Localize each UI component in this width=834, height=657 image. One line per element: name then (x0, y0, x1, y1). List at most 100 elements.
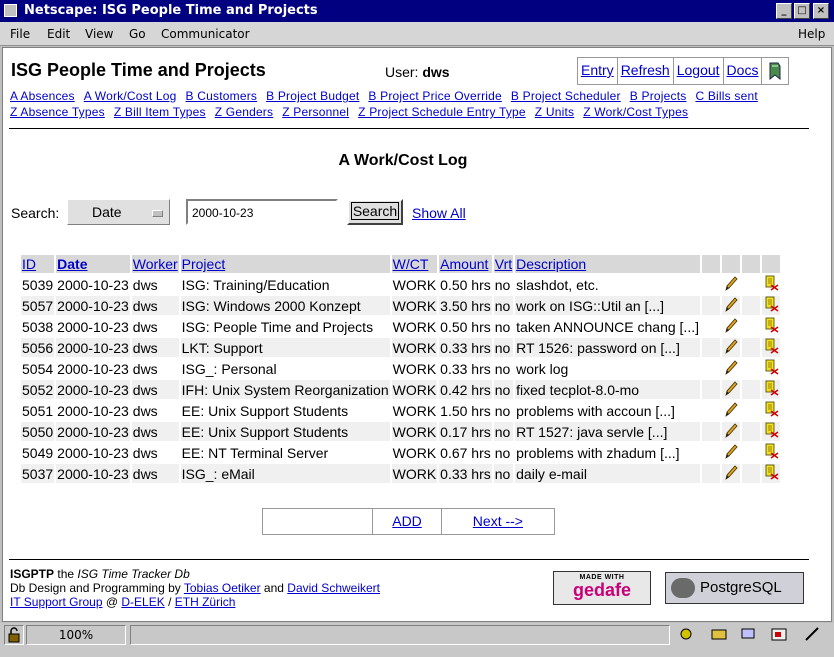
postgresql-logo[interactable]: PostgreSQL (665, 572, 804, 604)
link-genders[interactable]: Z Genders (215, 105, 274, 119)
it-support-group-link[interactable]: IT Support Group (10, 595, 103, 609)
author-oetiker-link[interactable]: Tobias Oetiker (184, 581, 261, 595)
link-absence-types[interactable]: Z Absence Types (10, 105, 105, 119)
delete-icon[interactable] (763, 359, 779, 378)
security-lock-icon[interactable] (4, 625, 24, 645)
menu-edit[interactable]: Edit (47, 27, 70, 41)
pencil-icon[interactable] (724, 359, 738, 378)
menu-view[interactable]: View (85, 27, 113, 41)
sort-project[interactable]: Project (182, 256, 226, 272)
link-projects[interactable]: B Projects (630, 89, 687, 103)
gedafe-text: gedafe (572, 580, 632, 600)
delete-icon[interactable] (763, 317, 779, 336)
menu-file[interactable]: File (10, 27, 30, 41)
gedafe-logo[interactable]: MADE WITH gedafe (553, 571, 651, 605)
link-project-scheduler[interactable]: B Project Scheduler (511, 89, 621, 103)
cell-wct: WORK (391, 275, 438, 294)
edit-cell (722, 443, 740, 462)
minimize-button[interactable]: _ (776, 3, 792, 19)
sort-worker[interactable]: Worker (133, 256, 178, 272)
pencil-icon[interactable] (724, 296, 738, 315)
close-button[interactable]: × (813, 3, 829, 19)
delete-icon[interactable] (763, 296, 779, 315)
search-input[interactable]: 2000-10-23 (186, 199, 338, 225)
nav-refresh[interactable]: Refresh (618, 58, 674, 84)
author-schweikert-link[interactable]: David Schweikert (287, 581, 380, 595)
delete-icon[interactable] (763, 380, 779, 399)
cell-amount: 0.17 hrs (439, 422, 492, 441)
link-bills-sent[interactable]: C Bills sent (695, 89, 757, 103)
maximize-button[interactable]: □ (794, 3, 810, 19)
link-units[interactable]: Z Units (535, 105, 574, 119)
link-project-budget[interactable]: B Project Budget (266, 89, 359, 103)
link-project-price-override[interactable]: B Project Price Override (368, 89, 502, 103)
bottom-nav-next-cell: Next --> (442, 509, 554, 534)
delete-icon[interactable] (763, 422, 779, 441)
next-link[interactable]: Next --> (473, 513, 523, 529)
link-personnel[interactable]: Z Personnel (282, 105, 349, 119)
eth-zurich-link[interactable]: ETH Zürich (175, 595, 236, 609)
edit-cell (722, 401, 740, 420)
delete-icon[interactable] (763, 464, 779, 483)
pencil-icon[interactable] (724, 443, 738, 462)
sort-date[interactable]: Date (57, 256, 87, 272)
cell-id: 5050 (21, 422, 55, 441)
cell-blank (742, 296, 760, 315)
nav-logout[interactable]: Logout (674, 58, 724, 84)
delete-icon[interactable] (763, 275, 779, 294)
nav-docs[interactable]: Docs (724, 58, 763, 84)
link-absences[interactable]: A Absences (10, 89, 75, 103)
d-elek-link[interactable]: D-ELEK (121, 595, 164, 609)
cell-wct: WORK (391, 401, 438, 420)
cell-worker: dws (131, 359, 179, 378)
pencil-icon[interactable] (724, 401, 738, 420)
cell-amount: 0.42 hrs (439, 380, 492, 399)
footer: ISGPTP the ISG Time Tracker Db Db Design… (10, 567, 380, 609)
pencil-icon[interactable] (724, 422, 738, 441)
sort-vrt[interactable]: Vrt (495, 256, 512, 272)
show-all-link[interactable]: Show All (412, 205, 466, 221)
link-work-cost-log[interactable]: A Work/Cost Log (84, 89, 177, 103)
nav-entry[interactable]: Entry (578, 58, 618, 84)
table-links-row1: A Absences A Work/Cost Log B Customers B Pr… (10, 89, 767, 103)
discussion-icon[interactable] (740, 626, 758, 647)
search-button[interactable]: Search (347, 199, 403, 225)
pencil-icon[interactable] (724, 464, 738, 483)
add-link[interactable]: ADD (392, 513, 422, 529)
navigator-icon[interactable] (678, 626, 694, 647)
cell-worker: dws (131, 443, 179, 462)
delete-cell (762, 338, 780, 357)
delete-icon[interactable] (763, 338, 779, 357)
mail-icon[interactable] (710, 626, 728, 647)
cell-date: 2000-10-23 (56, 359, 130, 378)
pencil-icon[interactable] (724, 317, 738, 336)
pen-icon[interactable] (804, 626, 822, 647)
sort-wct[interactable]: W/CT (393, 256, 429, 272)
pencil-icon[interactable] (724, 275, 738, 294)
sort-id[interactable]: ID (22, 256, 36, 272)
cell-blank (742, 443, 760, 462)
link-bill-item-types[interactable]: Z Bill Item Types (114, 105, 206, 119)
delete-icon[interactable] (763, 443, 779, 462)
delete-icon[interactable] (763, 401, 779, 420)
edit-cell (722, 338, 740, 357)
search-field-select[interactable]: Date (67, 199, 170, 225)
cell-project: EE: Unix Support Students (180, 401, 390, 420)
pencil-icon[interactable] (724, 380, 738, 399)
composer-icon[interactable] (770, 626, 788, 647)
cell-vrt: no (493, 401, 514, 420)
window-menu-icon[interactable] (4, 4, 17, 17)
sort-amount[interactable]: Amount (440, 256, 488, 272)
col-edit (722, 255, 740, 273)
page-content: ISG People Time and Projects User: dws E… (2, 47, 832, 622)
bookmark-icon[interactable] (762, 58, 788, 84)
cell-date: 2000-10-23 (56, 464, 130, 483)
sort-description[interactable]: Description (516, 256, 586, 272)
menu-help[interactable]: Help (798, 27, 825, 41)
menu-go[interactable]: Go (129, 27, 146, 41)
link-customers[interactable]: B Customers (186, 89, 258, 103)
pencil-icon[interactable] (724, 338, 738, 357)
link-work-cost-types[interactable]: Z Work/Cost Types (583, 105, 688, 119)
menu-communicator[interactable]: Communicator (161, 27, 250, 41)
link-project-schedule-entry-type[interactable]: Z Project Schedule Entry Type (358, 105, 526, 119)
